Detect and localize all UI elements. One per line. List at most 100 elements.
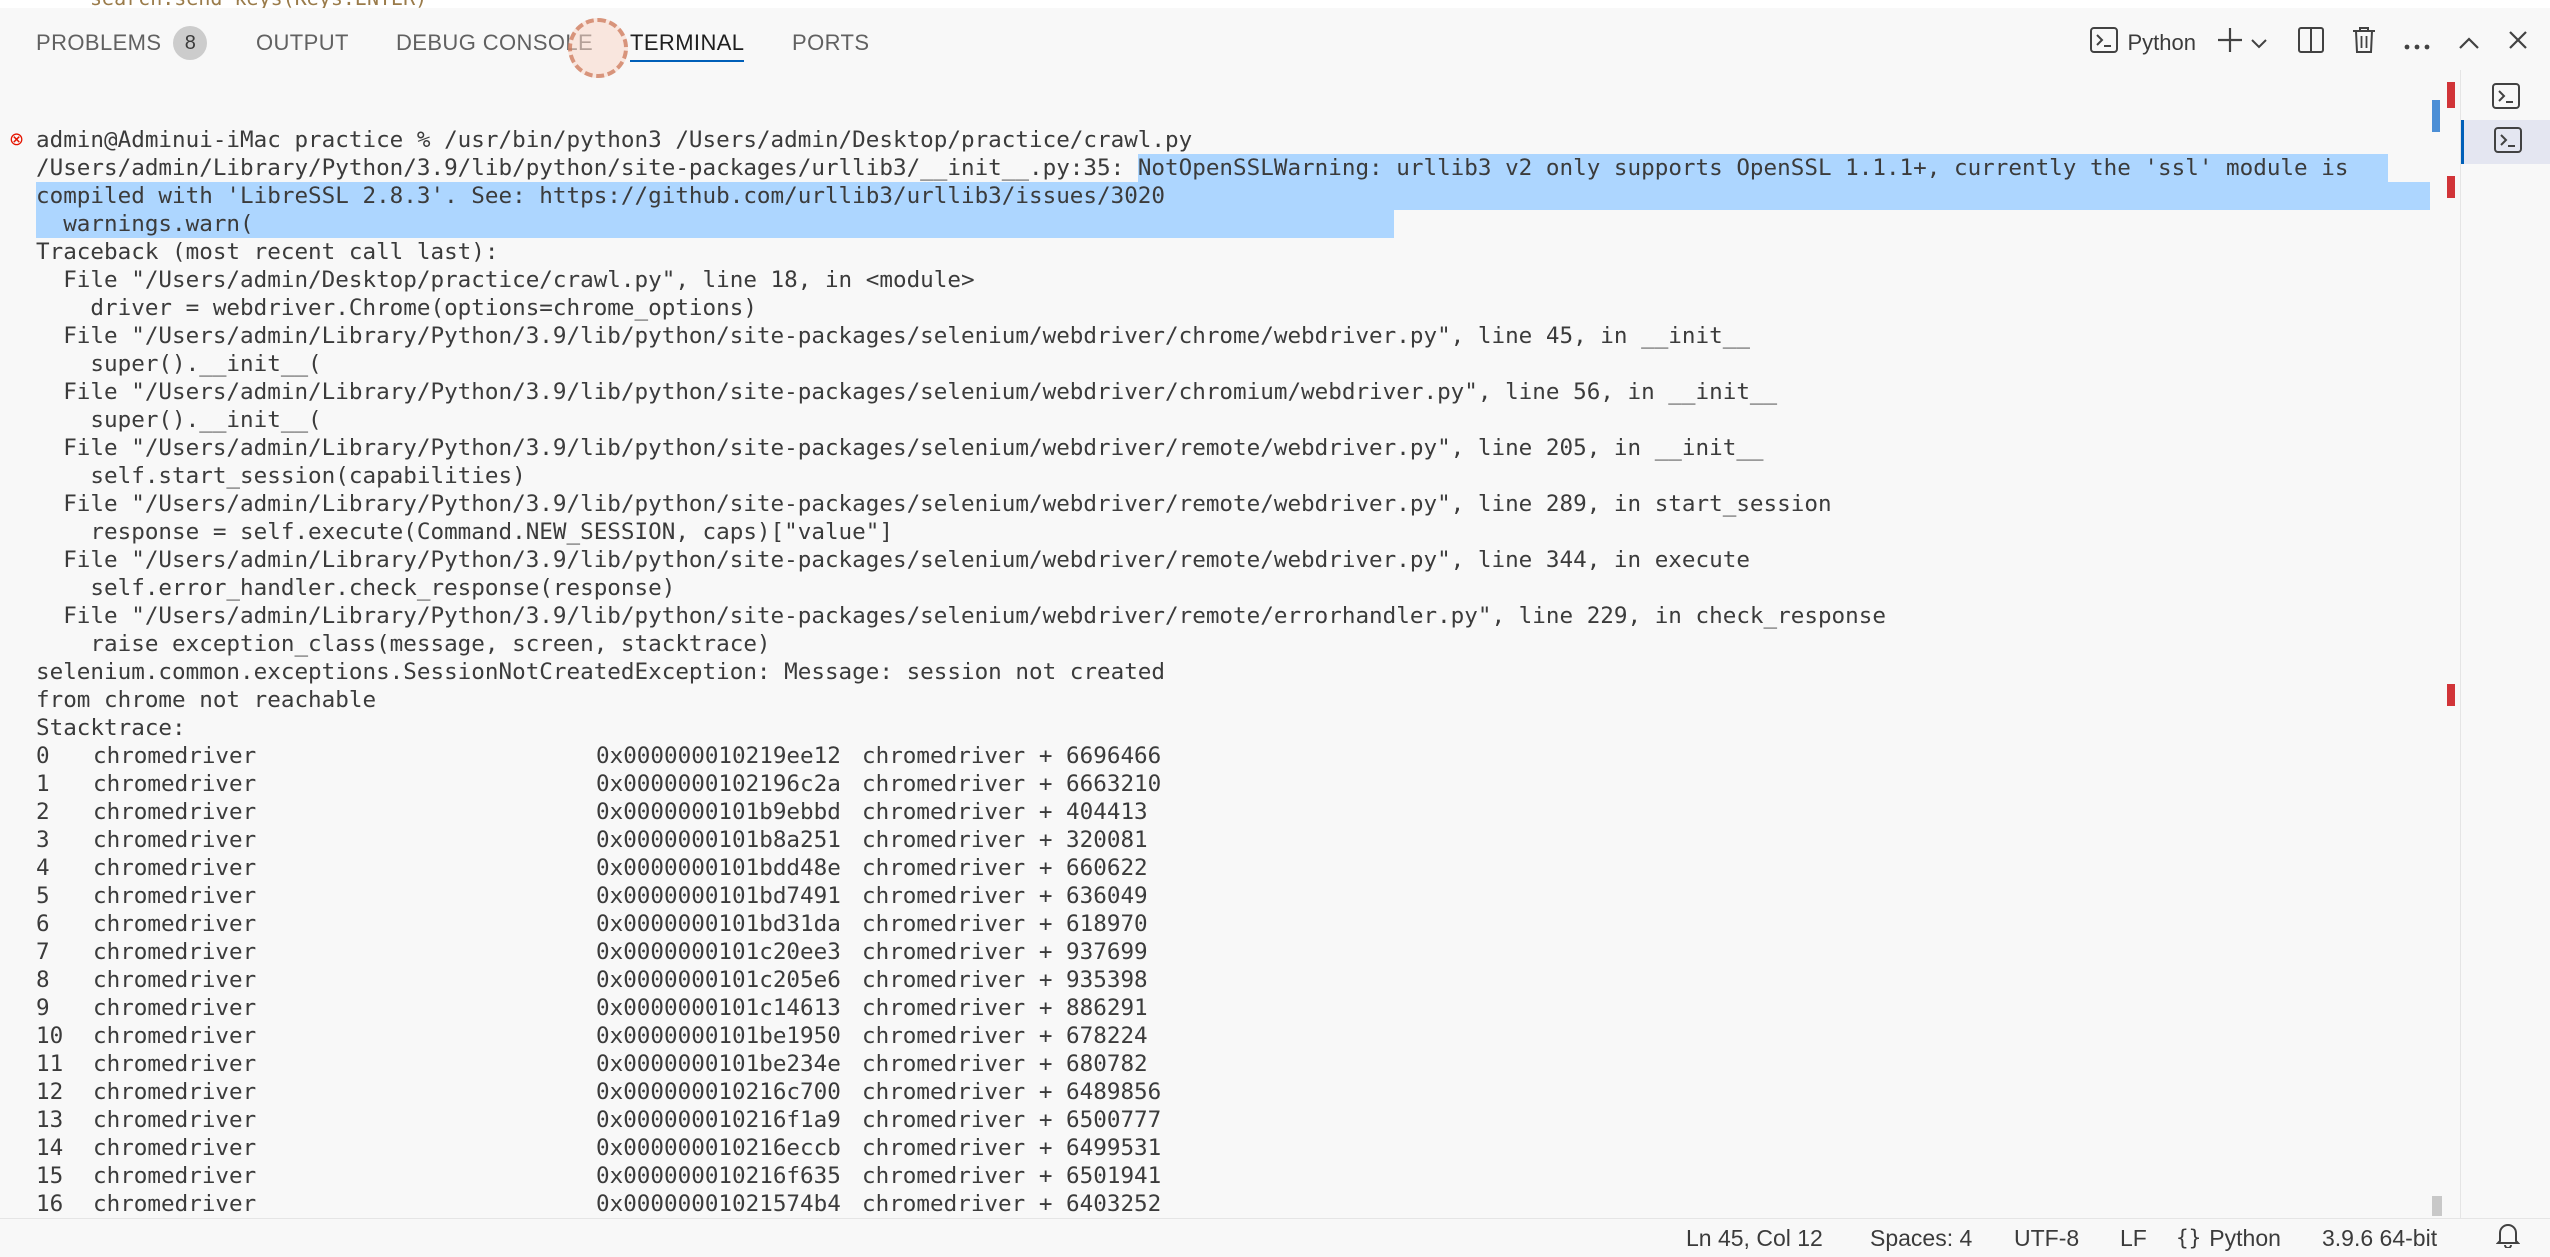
- stack-address: 0x0000000101bd7491: [596, 882, 841, 910]
- scroll-position-marker: [2432, 100, 2440, 132]
- stack-address: 0x000000010216eccb: [596, 1134, 841, 1162]
- terminal-instance-2[interactable]: [2461, 120, 2550, 164]
- stack-symbol: chromedriver + 935398: [862, 966, 1148, 994]
- tab-debug-console-label: DEBUG CONSOLE: [396, 30, 593, 56]
- chevron-down-icon: [2250, 29, 2268, 57]
- stack-index: 16: [36, 1190, 63, 1218]
- terminal-icon: [2494, 127, 2522, 158]
- terminal-instance-1[interactable]: [2461, 76, 2550, 120]
- more-actions-button[interactable]: [2390, 8, 2444, 78]
- close-icon: [2508, 29, 2528, 57]
- shell-label: Python: [2128, 30, 2197, 56]
- language-mode[interactable]: {} Python: [2176, 1219, 2281, 1257]
- stack-index: 9: [36, 994, 50, 1022]
- stack-address: 0x000000010216f1a9: [596, 1106, 841, 1134]
- selected-text: warnings.warn(: [36, 210, 1394, 238]
- error-circle-icon: ⊗: [9, 126, 24, 154]
- new-terminal-button[interactable]: [2212, 8, 2248, 78]
- scroll-thumb[interactable]: [2432, 1196, 2442, 1216]
- terminal-line: /Users/admin/Library/Python/3.9/lib/pyth…: [36, 154, 2388, 182]
- bell-icon: [2496, 1222, 2520, 1254]
- terminal-line: self.start_session(capabilities): [36, 462, 526, 490]
- terminal-line: File "/Users/admin/Library/Python/3.9/li…: [36, 434, 1764, 462]
- terminal-line: File "/Users/admin/Desktop/practice/craw…: [36, 266, 975, 294]
- terminal-line: File "/Users/admin/Library/Python/3.9/li…: [36, 378, 1777, 406]
- cursor-position[interactable]: Ln 45, Col 12: [1686, 1219, 1823, 1257]
- stack-index: 1: [36, 770, 50, 798]
- tab-problems[interactable]: PROBLEMS 8: [36, 8, 207, 78]
- stack-address: 0x0000000101bd31da: [596, 910, 841, 938]
- close-panel-button[interactable]: [2494, 8, 2550, 78]
- tab-terminal[interactable]: TERMINAL: [630, 8, 744, 78]
- terminal-line-part: /Users/admin/Library/Python/3.9/lib/pyth…: [36, 155, 1138, 181]
- stack-address: 0x0000000101c14613: [596, 994, 841, 1022]
- encoding[interactable]: UTF-8: [2014, 1219, 2079, 1257]
- terminal-output[interactable]: ⊗ admin@Adminui-iMac practice % /usr/bin…: [0, 100, 2430, 1218]
- stack-module: chromedriver: [93, 966, 256, 994]
- tab-terminal-label: TERMINAL: [630, 30, 744, 56]
- stack-module: chromedriver: [93, 826, 256, 854]
- selected-text: compiled with 'LibreSSL 2.8.3'. See: htt…: [36, 182, 2430, 210]
- trash-icon: [2352, 26, 2376, 61]
- stack-index: 3: [36, 826, 50, 854]
- maximize-panel-button[interactable]: [2444, 8, 2494, 78]
- stack-index: 13: [36, 1106, 63, 1134]
- panel-toolbar: Python: [2090, 8, 2550, 78]
- status-bar: Ln 45, Col 12 Spaces: 4 UTF-8 LF {} Pyth…: [0, 1218, 2550, 1257]
- indentation[interactable]: Spaces: 4: [1870, 1219, 1972, 1257]
- stack-module: chromedriver: [93, 1134, 256, 1162]
- line-ending[interactable]: LF: [2120, 1219, 2147, 1257]
- terminal-line: from chrome not reachable: [36, 686, 376, 714]
- launch-profile-dropdown[interactable]: [2248, 8, 2284, 78]
- stack-symbol: chromedriver + 6403252: [862, 1190, 1161, 1218]
- stack-address: 0x0000000101c205e6: [596, 966, 841, 994]
- stack-module: chromedriver: [93, 854, 256, 882]
- problems-count-badge: 8: [173, 26, 207, 60]
- terminal-icon: [2090, 27, 2118, 60]
- stack-index: 2: [36, 798, 50, 826]
- stack-index: 10: [36, 1022, 63, 1050]
- terminal-line: compiled with 'LibreSSL 2.8.3'. See: htt…: [36, 182, 2430, 210]
- stack-symbol: chromedriver + 320081: [862, 826, 1148, 854]
- plus-icon: [2216, 26, 2244, 61]
- tab-ports-label: PORTS: [792, 30, 869, 56]
- terminal-scrollbar[interactable]: [2430, 88, 2458, 1218]
- stack-module: chromedriver: [93, 1078, 256, 1106]
- notifications-button[interactable]: [2496, 1219, 2520, 1257]
- stack-symbol: chromedriver + 636049: [862, 882, 1148, 910]
- terminal-line: File "/Users/admin/Library/Python/3.9/li…: [36, 490, 1832, 518]
- stack-address: 0x0000000101b8a251: [596, 826, 841, 854]
- stack-index: 5: [36, 882, 50, 910]
- kill-terminal-button[interactable]: [2338, 8, 2390, 78]
- stack-address: 0x00000001021574b4: [596, 1190, 841, 1218]
- stack-symbol: chromedriver + 6696466: [862, 742, 1161, 770]
- terminal-line: response = self.execute(Command.NEW_SESS…: [36, 518, 893, 546]
- stack-module: chromedriver: [93, 770, 256, 798]
- terminal-line: File "/Users/admin/Library/Python/3.9/li…: [36, 602, 1886, 630]
- stack-address: 0x000000010219ee12: [596, 742, 841, 770]
- stack-symbol: chromedriver + 678224: [862, 1022, 1148, 1050]
- stack-address: 0x000000010216f635: [596, 1162, 841, 1190]
- stack-index: 4: [36, 854, 50, 882]
- stack-address: 0x0000000101c20ee3: [596, 938, 841, 966]
- tab-output[interactable]: OUTPUT: [256, 8, 349, 78]
- tab-debug-console[interactable]: DEBUG CONSOLE: [396, 8, 593, 78]
- language-label: Python: [2209, 1225, 2281, 1252]
- stack-symbol: chromedriver + 6663210: [862, 770, 1161, 798]
- terminal-profile-button[interactable]: Python: [2090, 8, 2213, 78]
- python-interpreter[interactable]: 3.9.6 64-bit: [2322, 1219, 2437, 1257]
- terminal-line: Stacktrace:: [36, 714, 186, 742]
- split-icon: [2298, 27, 2324, 60]
- braces-icon: {}: [2176, 1226, 2201, 1250]
- tab-ports[interactable]: PORTS: [792, 8, 869, 78]
- stack-address: 0x0000000101b9ebbd: [596, 798, 841, 826]
- panel-tab-bar: PROBLEMS 8 OUTPUT DEBUG CONSOLE TERMINAL…: [0, 8, 2550, 78]
- stack-module: chromedriver: [93, 1050, 256, 1078]
- stack-index: 14: [36, 1134, 63, 1162]
- stack-index: 12: [36, 1078, 63, 1106]
- split-terminal-button[interactable]: [2284, 8, 2338, 78]
- stack-module: chromedriver: [93, 1106, 256, 1134]
- terminal-icon: [2492, 83, 2520, 114]
- terminal-line: warnings.warn(: [36, 210, 1394, 238]
- stack-symbol: chromedriver + 6499531: [862, 1134, 1161, 1162]
